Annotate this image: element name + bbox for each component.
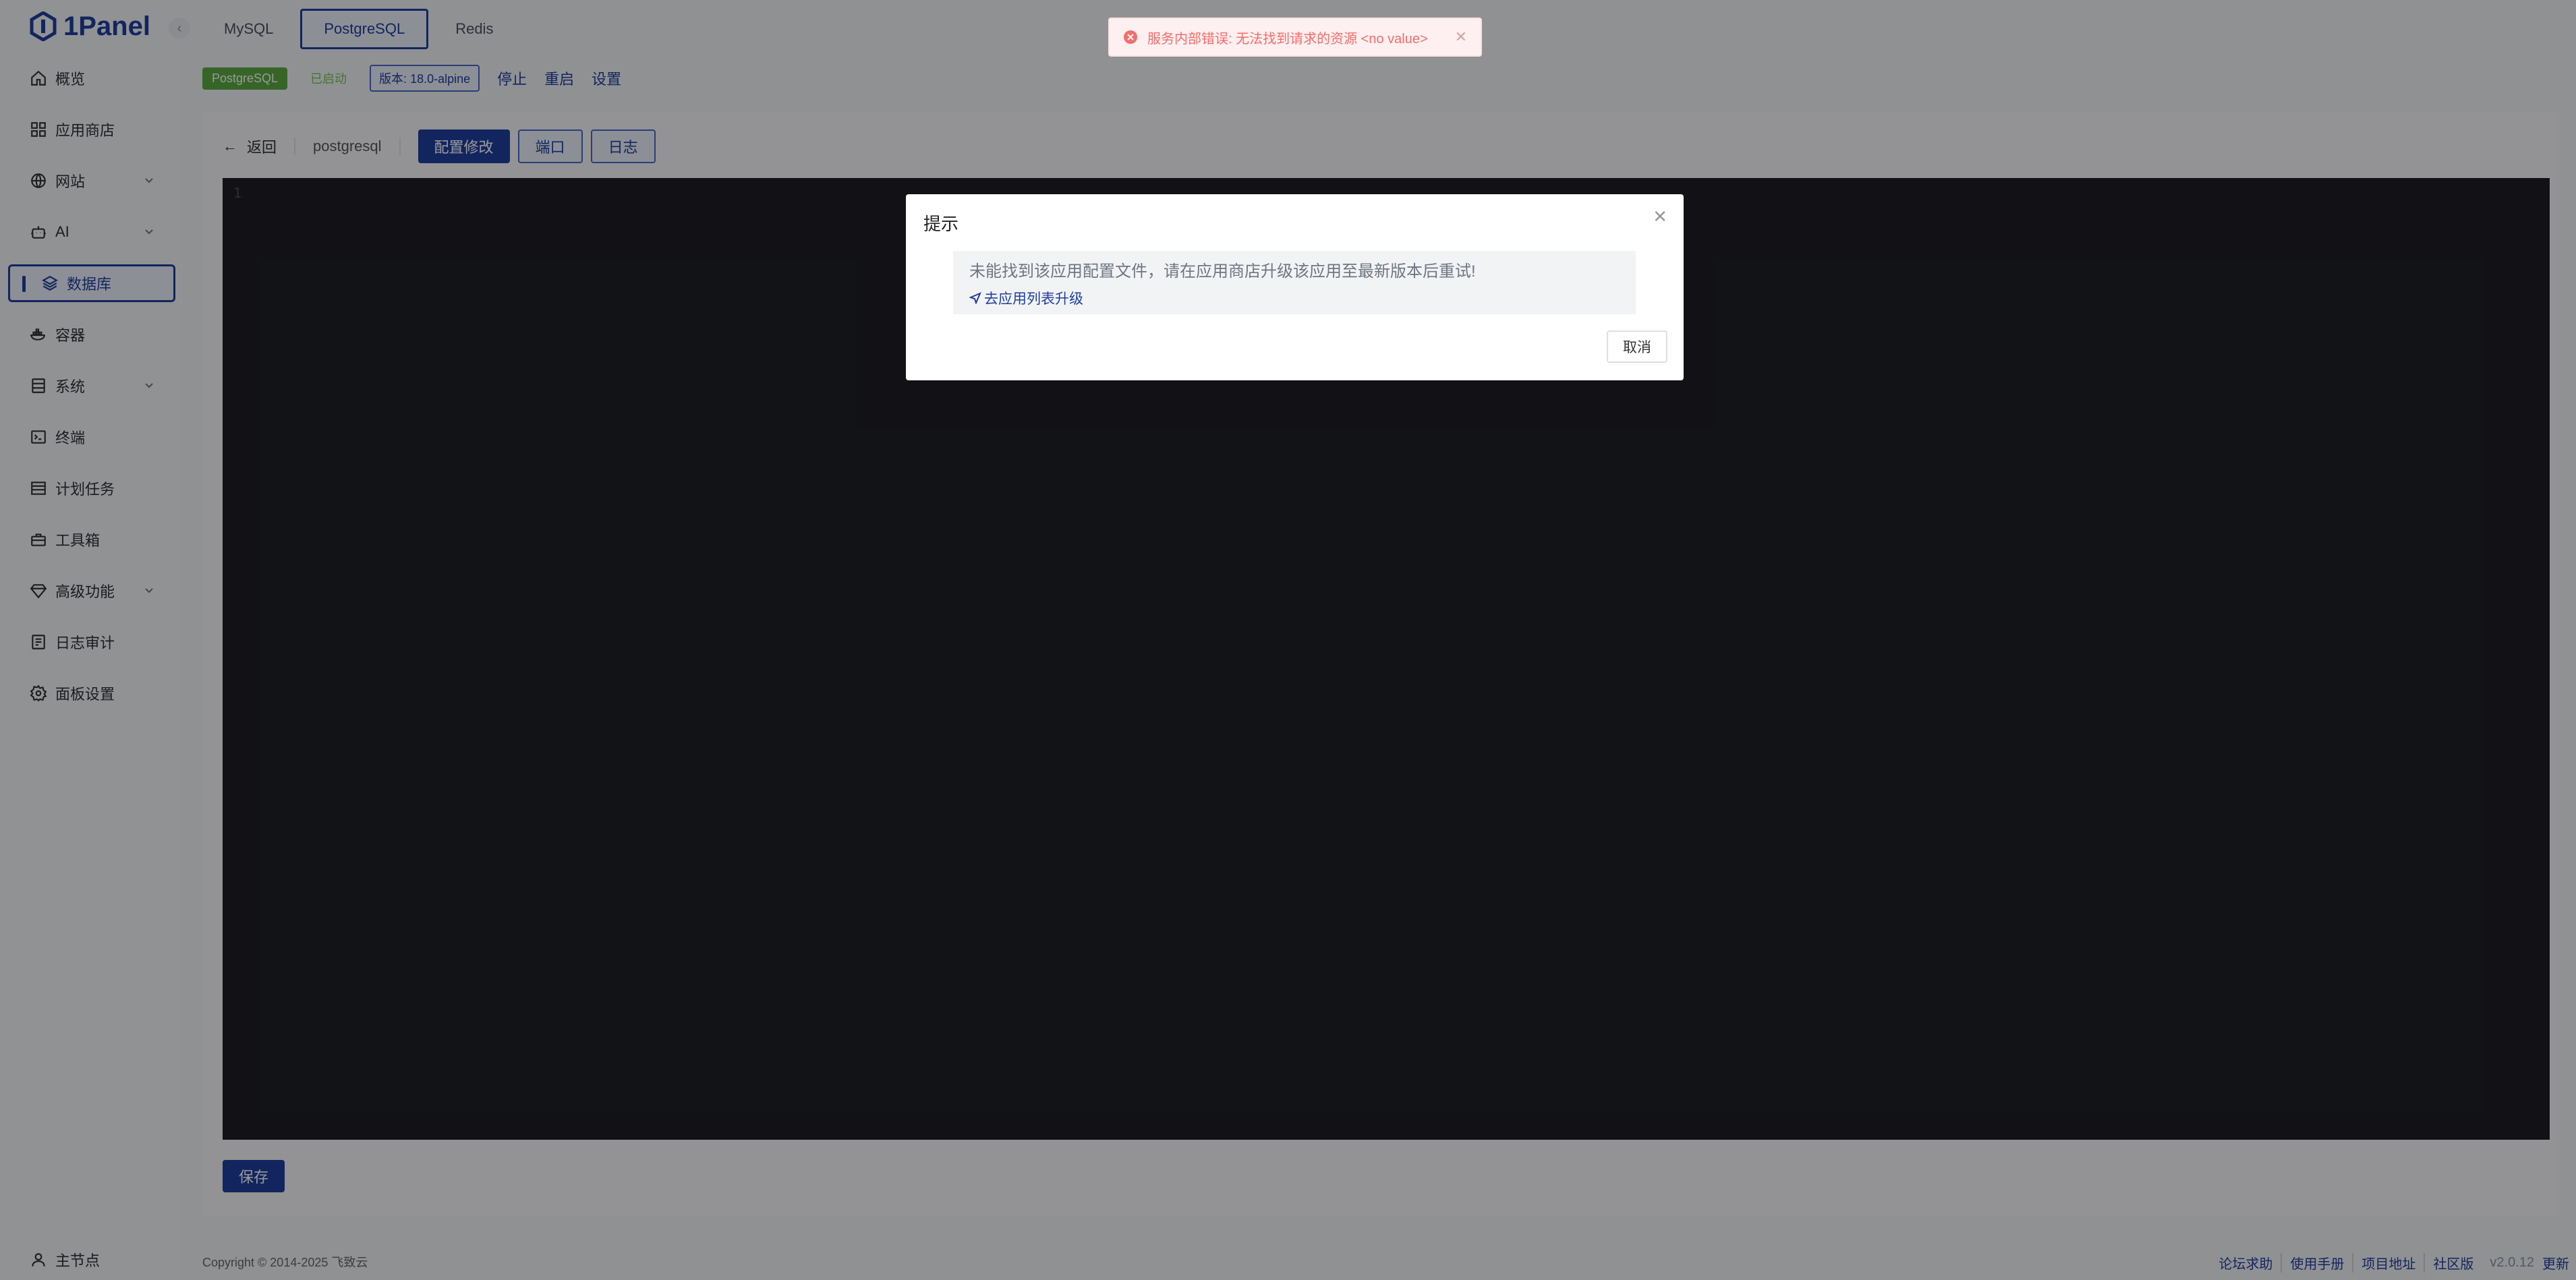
cancel-button[interactable]: 取消 [1607, 330, 1667, 363]
modal-overlay[interactable] [0, 0, 2576, 1280]
close-icon[interactable]: ✕ [1653, 206, 1667, 227]
error-icon [1124, 30, 1137, 44]
upgrade-link-label: 去应用列表升级 [984, 291, 1083, 307]
error-toast: 服务内部错误: 无法找到请求的资源 <no value> ✕ [1108, 18, 1482, 57]
dialog-message: 未能找到该应用配置文件，请在应用商店升级该应用至最新版本后重试! [969, 262, 1476, 281]
notice-dialog: 提示 ✕ 未能找到该应用配置文件，请在应用商店升级该应用至最新版本后重试! 去应… [906, 194, 1684, 380]
upgrade-link[interactable]: 去应用列表升级 [969, 288, 1620, 308]
close-icon[interactable]: ✕ [1455, 28, 1467, 46]
dialog-body: 未能找到该应用配置文件，请在应用商店升级该应用至最新版本后重试! 去应用列表升级 [953, 251, 1636, 314]
dialog-title: 提示 [923, 214, 959, 234]
toast-message: 服务内部错误: 无法找到请求的资源 <no value> [1147, 31, 1428, 47]
send-icon [969, 292, 981, 304]
